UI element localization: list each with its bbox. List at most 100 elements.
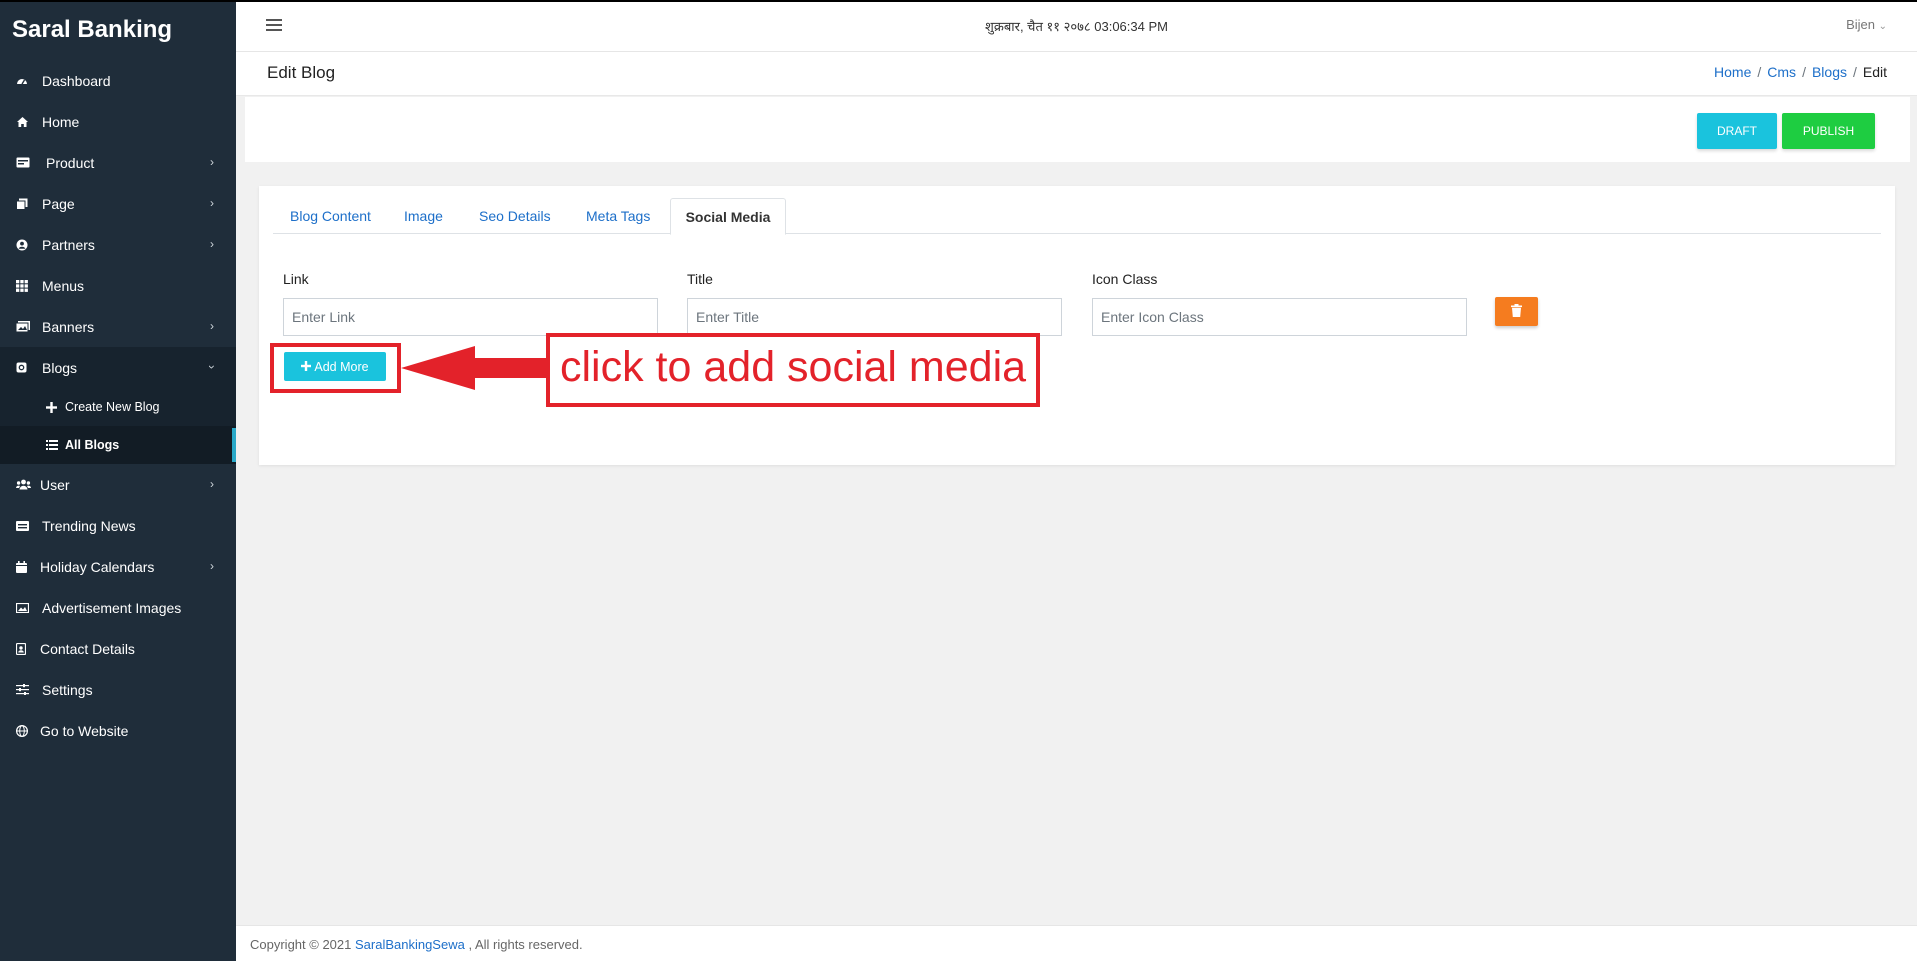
edit-blog-card: Blog Content Image Seo Details Meta Tags… xyxy=(259,186,1895,465)
top-header: शुक्रबार, चैत ११ २०७८ 03:06:34 PM Bijen … xyxy=(236,0,1917,52)
sidebar-item-contact-details[interactable]: Contact Details xyxy=(0,628,236,669)
sidebar-item-create-new-blog[interactable]: Create New Blog xyxy=(0,388,236,426)
user-circle-icon xyxy=(16,239,42,251)
sidebar-item-label: Product xyxy=(46,154,95,171)
sidebar-item-blogs[interactable]: Blogs › xyxy=(0,347,236,388)
tab-meta-tags[interactable]: Meta Tags xyxy=(586,198,650,234)
nepali-datetime: शुक्रबार, चैत ११ २०७८ 03:06:34 PM xyxy=(985,19,1168,34)
footer: Copyright © 2021 SaralBankingSewa , All … xyxy=(236,925,1917,961)
sidebar-item-user[interactable]: User › xyxy=(0,464,236,505)
user-name: Bijen xyxy=(1846,17,1875,32)
sidebar-item-holiday-calendars[interactable]: Holiday Calendars › xyxy=(0,546,236,587)
sidebar-item-all-blogs[interactable]: All Blogs xyxy=(0,426,236,464)
blog-tabs: Blog Content Image Seo Details Meta Tags… xyxy=(273,198,1881,235)
annotation-callout: click to add social media xyxy=(546,333,1040,407)
sidebar-item-label: Banners xyxy=(42,318,95,335)
sidebar-item-page[interactable]: Page › xyxy=(0,183,236,224)
list-icon xyxy=(46,440,65,450)
sidebar-item-label: Menus xyxy=(42,277,85,294)
dashboard-icon xyxy=(16,75,42,87)
sidebar-item-label: Advertisement Images xyxy=(42,599,182,616)
chevron-right-icon: › xyxy=(210,237,214,251)
sidebar-item-label: Trending News xyxy=(42,517,136,534)
link-label: Link xyxy=(283,271,309,287)
icon-class-input[interactable] xyxy=(1092,298,1467,336)
icon-class-label: Icon Class xyxy=(1092,271,1158,287)
breadcrumb-separator: / xyxy=(1757,64,1762,80)
page-header: Edit Blog Home / Cms / Blogs / Edit xyxy=(236,52,1917,96)
sub-item-label: All Blogs xyxy=(65,438,120,452)
sidebar-item-product[interactable]: Product › xyxy=(0,142,236,183)
calendar-icon xyxy=(16,560,40,573)
chevron-right-icon: › xyxy=(210,155,214,169)
sidebar-item-partners[interactable]: Partners › xyxy=(0,224,236,265)
contact-book-icon xyxy=(16,642,40,655)
chevron-right-icon: › xyxy=(210,319,214,333)
sub-item-label: Create New Blog xyxy=(65,400,160,414)
tab-social-media[interactable]: Social Media xyxy=(670,198,786,235)
pages-icon xyxy=(16,198,42,210)
title-label: Title xyxy=(687,271,713,287)
sidebar-item-banners[interactable]: Banners › xyxy=(0,306,236,347)
users-icon xyxy=(16,479,40,490)
title-input[interactable] xyxy=(687,298,1062,336)
copyright-suffix: , All rights reserved. xyxy=(464,937,583,952)
sidebar-item-go-to-website[interactable]: Go to Website xyxy=(0,710,236,751)
breadcrumb-separator: / xyxy=(1802,64,1806,80)
annotation-highlight-box xyxy=(270,343,401,393)
chevron-right-icon: › xyxy=(210,559,214,573)
sidebar-item-label: User xyxy=(40,476,70,493)
annotation-text: click to add social media xyxy=(560,343,1027,391)
sidebar-item-label: Holiday Calendars xyxy=(40,558,155,575)
user-menu[interactable]: Bijen ⌄ xyxy=(1846,17,1887,32)
sidebar-item-label: Settings xyxy=(42,681,93,698)
chevron-right-icon: › xyxy=(210,477,214,491)
sidebar: Saral Banking Dashboard Home Product › P… xyxy=(0,0,236,961)
sidebar-item-settings[interactable]: Settings xyxy=(0,669,236,710)
page-title: Edit Blog xyxy=(267,63,336,82)
breadcrumb: Home / Cms / Blogs / Edit xyxy=(1714,64,1887,80)
sidebar-item-home[interactable]: Home xyxy=(0,101,236,142)
breadcrumb-cms[interactable]: Cms xyxy=(1767,64,1796,80)
sidebar-item-label: Dashboard xyxy=(42,72,111,89)
sliders-icon xyxy=(16,684,42,695)
sidebar-item-trending-news[interactable]: Trending News xyxy=(0,505,236,546)
breadcrumb-home[interactable]: Home xyxy=(1714,64,1751,80)
trash-icon xyxy=(1511,303,1522,320)
breadcrumb-current: Edit xyxy=(1862,64,1887,80)
images-icon xyxy=(16,321,42,332)
chevron-right-icon: › xyxy=(210,196,214,210)
brand-title[interactable]: Saral Banking xyxy=(0,2,236,60)
sidebar-item-label: Go to Website xyxy=(40,722,129,739)
tab-blog-content[interactable]: Blog Content xyxy=(290,198,371,234)
action-bar: DRAFT PUBLISH xyxy=(245,97,1910,162)
copyright-prefix: Copyright © 2021 xyxy=(250,937,355,952)
globe-icon xyxy=(16,724,40,737)
product-icon xyxy=(16,157,46,168)
publish-button[interactable]: PUBLISH xyxy=(1782,113,1875,149)
sidebar-item-label: Partners xyxy=(42,236,95,253)
chevron-down-icon: ⌄ xyxy=(1878,21,1887,32)
blog-icon xyxy=(16,362,42,373)
copyright-text: Copyright © 2021 SaralBankingSewa , All … xyxy=(250,937,583,952)
sidebar-item-advertisement-images[interactable]: Advertisement Images xyxy=(0,587,236,628)
blogs-submenu: Create New Blog All Blogs xyxy=(0,388,236,464)
tab-image[interactable]: Image xyxy=(404,198,443,234)
footer-link[interactable]: SaralBankingSewa xyxy=(355,937,465,952)
sidebar-item-label: Page xyxy=(42,195,75,212)
plus-icon xyxy=(46,401,65,413)
sidebar-item-menus[interactable]: Menus xyxy=(0,265,236,306)
delete-row-button[interactable] xyxy=(1495,297,1538,326)
sidebar-item-label: Home xyxy=(42,113,80,130)
annotation-arrow-icon xyxy=(401,346,549,390)
ad-image-icon xyxy=(16,602,42,613)
newspaper-icon xyxy=(16,520,42,531)
breadcrumb-separator: / xyxy=(1852,64,1857,80)
breadcrumb-blogs[interactable]: Blogs xyxy=(1812,64,1847,80)
tab-seo-details[interactable]: Seo Details xyxy=(479,198,551,234)
sidebar-item-dashboard[interactable]: Dashboard xyxy=(0,60,236,101)
chevron-down-icon: › xyxy=(205,365,219,369)
link-input[interactable] xyxy=(283,298,658,336)
sidebar-item-label: Blogs xyxy=(42,359,78,376)
draft-button[interactable]: DRAFT xyxy=(1697,113,1777,149)
